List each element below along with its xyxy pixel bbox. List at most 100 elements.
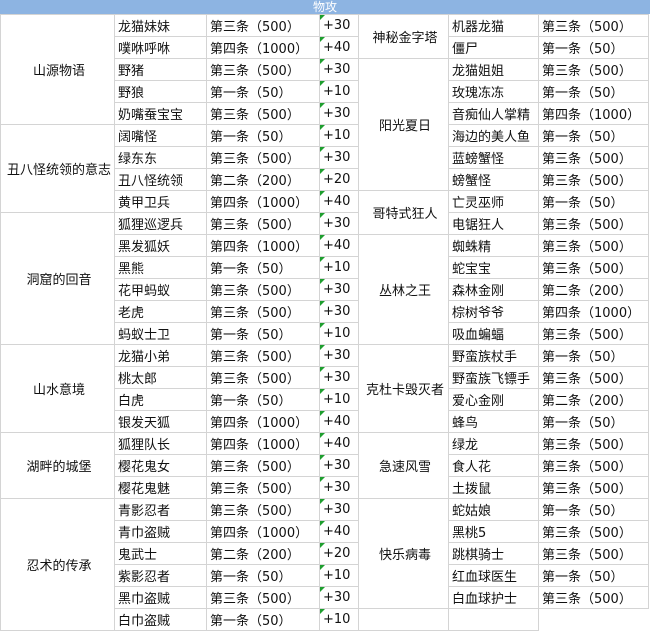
bonus-value: +20: [319, 542, 359, 565]
pet-name-right: 食人花: [448, 454, 539, 477]
condition-right: 第三条（500）: [538, 58, 649, 81]
pet-name-right: 蜘蛛精: [448, 234, 539, 257]
pet-name-right: 玫瑰冻冻: [448, 80, 539, 103]
pet-name-left: 黑发狐妖: [114, 234, 207, 257]
bonus-value: +10: [319, 80, 359, 103]
pet-name-left: 青影忍者: [114, 498, 207, 521]
condition-left: 第四条（1000）: [206, 432, 320, 455]
pet-name-left: 银发天狐: [114, 410, 207, 433]
pet-name-right: 棕树爷爷: [448, 300, 539, 323]
bonus-value: +30: [319, 344, 359, 367]
pet-name-left: 青巾盗贼: [114, 520, 207, 543]
pet-name-right: 跳棋骑士: [448, 542, 539, 565]
condition-right: 第四条（1000）: [538, 102, 649, 125]
condition-left: 第三条（500）: [206, 146, 320, 169]
condition-left: 第一条（50）: [206, 80, 320, 103]
pet-name-right: 森林金刚: [448, 278, 539, 301]
pet-name-right: 海边的美人鱼: [448, 124, 539, 147]
attack-bonus-table: 山源物语 龙猫妹妹 第三条（500） +30 神秘金字塔 机器龙猫 第三条（500） 噗咻呼咻…: [0, 14, 649, 631]
condition-right: 第三条（500）: [538, 146, 649, 169]
table-row: 丑八怪统领的意志 阔嘴怪 第一条（50） +10 海边的美人鱼 第一条（50）: [0, 124, 649, 213]
pet-name-left: 噗咻呼咻: [114, 36, 207, 59]
group-name-left: 丑八怪统领的意志: [0, 124, 115, 213]
bonus-value: +40: [319, 190, 359, 213]
pet-name-left: 野猪: [114, 58, 207, 81]
condition-right: 第三条（500）: [538, 432, 649, 455]
condition-right: 第三条（500）: [538, 586, 649, 609]
pet-name-left: 绿东东: [114, 146, 207, 169]
condition-left: 第二条（200）: [206, 542, 320, 565]
condition-right: 第三条（500）: [538, 454, 649, 477]
group-name-left: 忍术的传承: [0, 498, 115, 631]
pet-name-left: 龙猫妹妹: [114, 14, 207, 37]
bonus-value: +30: [319, 476, 359, 499]
condition-right: 第三条（500）: [538, 520, 649, 543]
bonus-value: +20: [319, 168, 359, 191]
pet-name-left: 樱花鬼女: [114, 454, 207, 477]
pet-name-left: 狐狸队长: [114, 432, 207, 455]
pet-name-right: 机器龙猫: [448, 14, 539, 37]
bonus-value: +30: [319, 212, 359, 235]
pet-name-left: 黄甲卫兵: [114, 190, 207, 213]
bonus-value: +30: [319, 102, 359, 125]
condition-left: 第四条（1000）: [206, 520, 320, 543]
group-name-left: 山源物语: [0, 14, 115, 125]
group-name-right: 丛林之王: [358, 234, 449, 345]
pet-name-right: 蓝螃蟹怪: [448, 146, 539, 169]
bonus-value: +30: [319, 14, 359, 37]
condition-right: 第三条（500）: [538, 322, 649, 345]
condition-left: 第一条（50）: [206, 256, 320, 279]
empty-cell: [448, 608, 539, 631]
table-row: 忍术的传承 青影忍者 第三条（500） +30 快乐病毒 蛇姑娘 第一条（50）: [0, 498, 649, 631]
condition-right: 第二条（200）: [538, 278, 649, 301]
pet-name-right: 土拨鼠: [448, 476, 539, 499]
pet-name-right: 野蛮族飞镖手: [448, 366, 539, 389]
bonus-value: +40: [319, 520, 359, 543]
condition-left: 第三条（500）: [206, 278, 320, 301]
empty-cell: [358, 608, 449, 631]
condition-left: 第三条（500）: [206, 14, 320, 37]
bonus-value: +30: [319, 278, 359, 301]
pet-name-right: 吸血蝙蝠: [448, 322, 539, 345]
pet-name-right: 黑桃5: [448, 520, 539, 543]
group-name-right: 哥特式狂人: [358, 190, 449, 235]
pet-name-left: 花甲蚂蚁: [114, 278, 207, 301]
bonus-value: +30: [319, 146, 359, 169]
bonus-value: +40: [319, 234, 359, 257]
pet-name-left: 龙猫小弟: [114, 344, 207, 367]
pet-name-right: 野蛮族杖手: [448, 344, 539, 367]
condition-right: 第一条（50）: [538, 344, 649, 367]
table-row: 山源物语 龙猫妹妹 第三条（500） +30 神秘金字塔 机器龙猫 第三条（500）: [0, 14, 649, 125]
group-name-right: 克杜卡毁灭者: [358, 344, 449, 433]
pet-name-right: 电锯狂人: [448, 212, 539, 235]
bonus-value: +30: [319, 454, 359, 477]
pet-name-left: 紫影忍者: [114, 564, 207, 587]
bonus-value: +10: [319, 564, 359, 587]
condition-left: 第四条（1000）: [206, 410, 320, 433]
condition-right: 第三条（500）: [538, 234, 649, 257]
condition-left: 第三条（500）: [206, 586, 320, 609]
pet-name-left: 白巾盗贼: [114, 608, 207, 631]
condition-left: 第一条（50）: [206, 564, 320, 587]
table-row: 山水意境 龙猫小弟 第三条（500） +30 克杜卡毁灭者 野蛮族杖手 第一条（50）: [0, 344, 649, 433]
table-row: 洞窟的回音 狐狸巡逻兵 第三条（500） +30 电锯狂人 第三条（500）: [0, 212, 649, 345]
condition-right: 第三条（500）: [538, 256, 649, 279]
pet-name-right: 白血球护士: [448, 586, 539, 609]
condition-left: 第三条（500）: [206, 344, 320, 367]
condition-right: 第一条（50）: [538, 36, 649, 59]
bonus-value: +30: [319, 498, 359, 521]
pet-name-left: 樱花鬼魅: [114, 476, 207, 499]
bonus-value: +10: [319, 608, 359, 631]
table-header: 物攻: [0, 0, 650, 14]
pet-name-right: 亡灵巫师: [448, 190, 539, 213]
condition-left: 第三条（500）: [206, 476, 320, 499]
condition-right: 第三条（500）: [538, 542, 649, 565]
bonus-value: +30: [319, 366, 359, 389]
condition-left: 第一条（50）: [206, 608, 320, 631]
bonus-value: +10: [319, 124, 359, 147]
condition-left: 第四条（1000）: [206, 190, 320, 213]
condition-right: 第三条（500）: [538, 168, 649, 191]
group-name-left: 洞窟的回音: [0, 212, 115, 345]
pet-name-right: 红血球医生: [448, 564, 539, 587]
pet-name-left: 蚂蚁士卫: [114, 322, 207, 345]
